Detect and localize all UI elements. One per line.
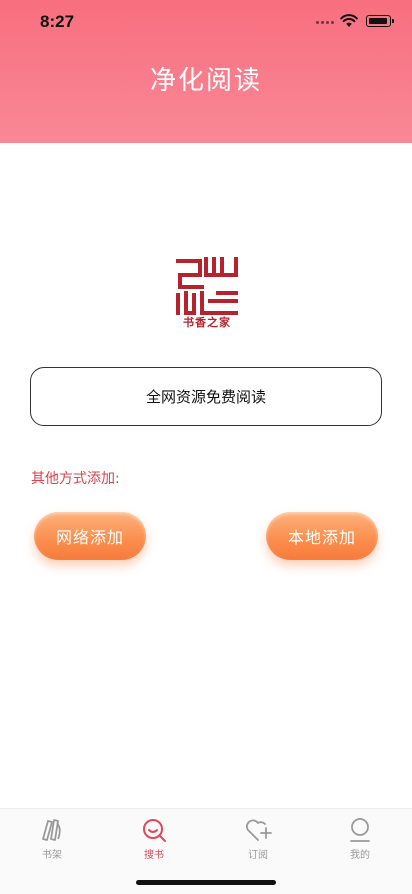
bookshelf-icon: [42, 819, 61, 841]
status-time: 8:27: [40, 12, 75, 31]
tab-subscribe[interactable]: 订阅: [228, 817, 288, 871]
free-reading-button[interactable]: 全网资源免费阅读: [30, 367, 382, 426]
heart-plus-icon: [246, 819, 272, 841]
home-indicator: [136, 880, 276, 885]
tab-bookshelf-label: 书架: [42, 850, 62, 861]
header-bar: 8:27 净化阅读: [0, 0, 412, 143]
user-icon: [350, 818, 370, 842]
wifi-icon: [340, 14, 358, 27]
signal-icon: [316, 21, 336, 25]
other-methods-label: 其他方式添加:: [31, 471, 120, 487]
tab-search[interactable]: 搜书: [124, 817, 184, 871]
local-add-button[interactable]: 本地添加: [266, 512, 378, 560]
free-reading-button-label: 全网资源免费阅读: [145, 388, 266, 406]
tab-subscribe-label: 订阅: [248, 850, 268, 861]
tab-bookshelf[interactable]: 书架: [22, 817, 82, 871]
local-add-button-label: 本地添加: [287, 528, 356, 547]
tab-mine-label: 我的: [350, 850, 370, 861]
page-title: 净化阅读: [149, 66, 262, 96]
tab-mine[interactable]: 我的: [330, 817, 390, 871]
battery-icon: [366, 15, 394, 27]
network-add-button[interactable]: 网络添加: [34, 512, 146, 560]
logo-caption: 书香之家: [183, 316, 231, 329]
status-bar: 8:27: [0, 0, 412, 44]
search-icon: [143, 819, 166, 842]
network-add-button-label: 网络添加: [55, 528, 124, 547]
tab-search-label: 搜书: [144, 850, 164, 861]
